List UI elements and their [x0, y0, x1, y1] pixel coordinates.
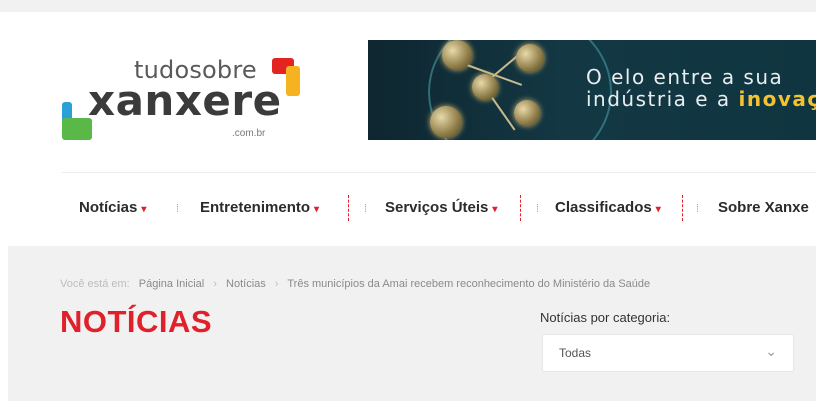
nav-separator: ⁞ — [364, 203, 368, 215]
nav-dashed-divider — [520, 195, 522, 221]
banner-network-node — [514, 100, 540, 126]
caret-down-icon: ▾ — [655, 204, 661, 215]
nav-item-label: Notícias — [79, 199, 138, 216]
banner-tagline: O elo entre a sua indústria e a inovaç — [586, 66, 816, 110]
banner-tagline-line1: O elo entre a sua — [586, 65, 784, 89]
nav-dashed-divider — [348, 195, 350, 221]
category-select-value: Todas — [559, 346, 592, 360]
nav-item-label: Classificados — [555, 199, 652, 216]
banner-network-node — [442, 40, 472, 70]
main-navigation: Notícias ▾ ⁞ Entretenimento ▾ ⁞ Serviços Ú… — [62, 172, 816, 243]
nav-item-sobre-xanxere[interactable]: Sobre Xanxe — [718, 199, 809, 216]
breadcrumb-separator: › — [274, 278, 279, 290]
breadcrumb-prefix: Você está em: — [60, 278, 130, 290]
nav-separator: ⁞ — [536, 203, 540, 215]
nav-item-label: Sobre Xanxe — [718, 199, 809, 216]
breadcrumb-current: Três municípios da Amai recebem reconhec… — [287, 278, 651, 290]
chevron-down-icon: ⌄ — [765, 343, 777, 359]
banner-network-node — [430, 106, 462, 138]
category-filter-label: Notícias por categoria: — [540, 310, 671, 325]
banner-tagline-line2-text: indústria e a — [586, 87, 739, 111]
nav-item-servicos-uteis[interactable]: Serviços Úteis ▾ — [385, 199, 497, 216]
logo-text-combr: .com.br — [232, 128, 266, 139]
breadcrumb-link-home[interactable]: Página Inicial — [139, 278, 204, 290]
banner-network-node — [516, 44, 544, 72]
nav-item-label: Serviços Úteis — [385, 199, 489, 216]
banner-tagline-line2: indústria e a inovaç — [586, 88, 816, 110]
nav-item-classificados[interactable]: Classificados ▾ — [555, 199, 661, 216]
nav-item-entretenimento[interactable]: Entretenimento ▾ — [200, 199, 319, 216]
banner-tagline-highlight: inovaç — [738, 87, 816, 111]
category-select[interactable]: Todas ⌄ — [542, 334, 794, 372]
logo-text-xanxere: xanxere — [88, 76, 282, 125]
breadcrumb: Você está em: Página Inicial › Notícias … — [60, 278, 650, 290]
nav-separator: ⁞ — [176, 203, 180, 215]
logo-shape-yellow — [286, 66, 300, 96]
nav-dashed-divider — [682, 195, 684, 221]
ad-banner[interactable]: O elo entre a sua indústria e a inovaç — [368, 40, 816, 140]
banner-network-node — [472, 74, 498, 100]
caret-down-icon: ▾ — [314, 204, 320, 215]
nav-separator: ⁞ — [696, 203, 700, 215]
breadcrumb-link-noticias[interactable]: Notícias — [226, 278, 266, 290]
caret-down-icon: ▾ — [492, 204, 498, 215]
top-bar — [0, 0, 816, 12]
breadcrumb-separator: › — [213, 278, 217, 290]
page-header-section: Você está em: Página Inicial › Notícias … — [8, 246, 816, 401]
page-title: NOTÍCIAS — [60, 304, 213, 339]
nav-item-noticias[interactable]: Notícias ▾ — [79, 199, 146, 216]
caret-down-icon: ▾ — [141, 204, 147, 215]
site-logo[interactable]: tudosobre xanxere .com.br — [60, 56, 310, 148]
nav-item-label: Entretenimento — [200, 199, 311, 216]
